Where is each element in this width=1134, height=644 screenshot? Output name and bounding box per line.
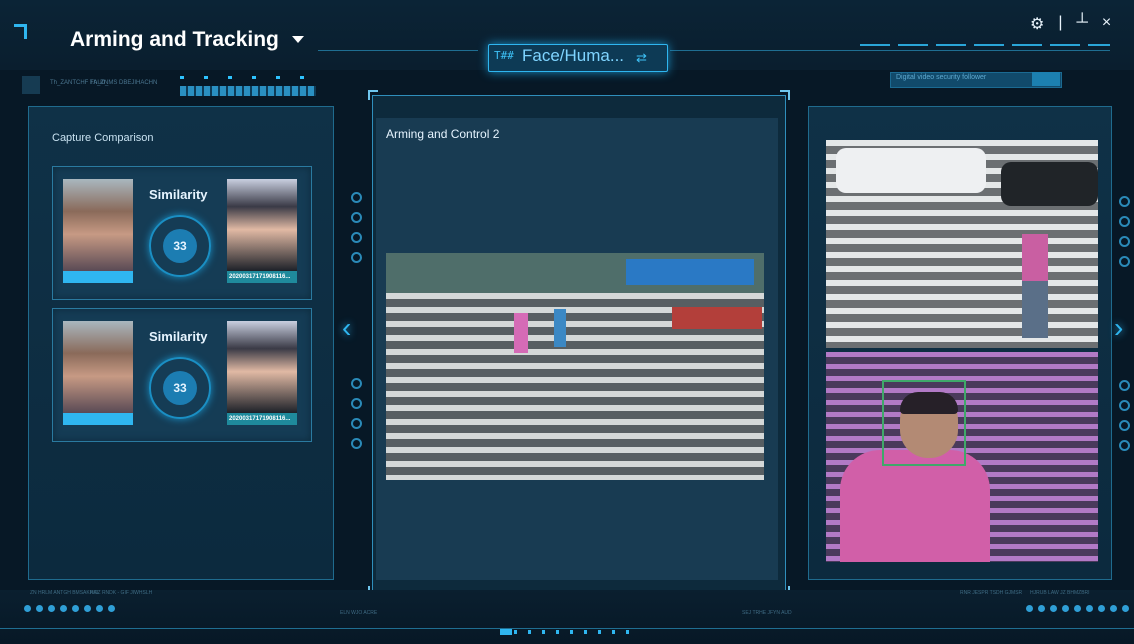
photo-id: 20200317171908116... bbox=[227, 271, 297, 283]
indicator-dots bbox=[1119, 380, 1130, 451]
face-detection-box bbox=[882, 380, 966, 466]
signal-bar bbox=[180, 86, 316, 96]
pedestrian bbox=[514, 313, 528, 353]
close-icon[interactable]: × bbox=[1102, 14, 1111, 34]
similarity-score: 33 bbox=[163, 229, 197, 263]
title-divider bbox=[318, 50, 478, 51]
status-square bbox=[22, 76, 40, 94]
captured-face[interactable] bbox=[63, 179, 133, 283]
corner-bracket bbox=[368, 90, 378, 100]
library-face-image bbox=[227, 321, 297, 413]
footer-divider bbox=[0, 628, 1134, 629]
gear-icon[interactable]: ⚙ bbox=[1030, 14, 1044, 34]
bus bbox=[626, 259, 754, 285]
footer-text: ELN WJO ACRE bbox=[340, 610, 378, 616]
footer-dots bbox=[24, 605, 115, 612]
indicator-dots bbox=[351, 378, 362, 449]
similarity-gauge: 33 bbox=[149, 215, 211, 277]
next-arrow-icon[interactable]: › bbox=[1114, 312, 1123, 344]
library-face[interactable]: 20200317171908116... bbox=[227, 321, 297, 425]
similarity-score: 33 bbox=[163, 371, 197, 405]
similarity-label: Similarity bbox=[149, 329, 208, 344]
comparison-card[interactable]: Similarity 33 20200317171908116... bbox=[52, 166, 312, 300]
captured-face[interactable] bbox=[63, 321, 133, 425]
footer-text: SEJ TRHE JFYN AUD bbox=[742, 610, 792, 616]
indicator-dots bbox=[351, 192, 362, 263]
library-face[interactable]: 20200317171908116... bbox=[227, 179, 297, 283]
app-title[interactable]: Arming and Tracking bbox=[70, 28, 279, 52]
status-text: Th_ZNMS DBEJIHACHN bbox=[90, 80, 158, 86]
tracking-snapshot-wide[interactable] bbox=[826, 140, 1098, 348]
comparison-card[interactable]: Similarity 33 20200317171908116... bbox=[52, 308, 312, 442]
page-indicator[interactable] bbox=[500, 630, 640, 634]
channel-title: Arming and Control 2 bbox=[386, 127, 500, 141]
separator: | bbox=[1058, 14, 1063, 31]
chevron-down-icon[interactable] bbox=[292, 36, 304, 43]
roadside-stand bbox=[672, 307, 762, 329]
corner-bracket bbox=[780, 90, 790, 100]
title-decor-line bbox=[860, 44, 1110, 46]
photo-strip bbox=[63, 413, 133, 425]
minimize-icon[interactable]: ┴ bbox=[1077, 14, 1088, 34]
swap-icon[interactable]: ⇄ bbox=[636, 50, 647, 66]
window-controls: ⚙ | ┴ × bbox=[1030, 14, 1111, 34]
photo-strip bbox=[63, 271, 133, 283]
person-body bbox=[840, 450, 990, 562]
mode-prefix-icon: T## bbox=[494, 49, 514, 62]
photo-id: 20200317171908116... bbox=[227, 413, 297, 425]
similarity-label: Similarity bbox=[149, 187, 208, 202]
mode-label[interactable]: Face/Huma... bbox=[522, 46, 624, 66]
footer-bar bbox=[0, 590, 1134, 644]
page-indicator-current bbox=[500, 629, 512, 635]
similarity-gauge: 33 bbox=[149, 357, 211, 419]
footer-text: HOZ RNDK - GIF JIWHSLH bbox=[90, 590, 153, 596]
live-video-feed[interactable] bbox=[386, 253, 764, 480]
search-button[interactable] bbox=[1032, 72, 1060, 86]
panel-title: Capture Comparison bbox=[52, 132, 154, 144]
footer-dots bbox=[1026, 605, 1134, 612]
previous-arrow-icon[interactable]: ‹ bbox=[342, 312, 351, 344]
footer-text: HJRUB LAW JZ BHMZBRI bbox=[1030, 590, 1090, 596]
signal-bar-markers bbox=[180, 76, 316, 79]
car bbox=[836, 148, 986, 193]
search-placeholder: Digital video security follower bbox=[896, 74, 987, 81]
library-face-image bbox=[227, 179, 297, 271]
title-divider bbox=[670, 50, 1110, 51]
captured-face-image bbox=[63, 321, 133, 413]
pedestrian bbox=[554, 309, 566, 347]
footer-text: RNR JESPR TSDH GJMSR bbox=[960, 590, 1023, 596]
tracked-person bbox=[1022, 234, 1048, 338]
indicator-dots bbox=[1119, 196, 1130, 267]
captured-face-image bbox=[63, 179, 133, 271]
corner-mark-icon bbox=[14, 24, 27, 39]
car bbox=[1001, 162, 1098, 206]
